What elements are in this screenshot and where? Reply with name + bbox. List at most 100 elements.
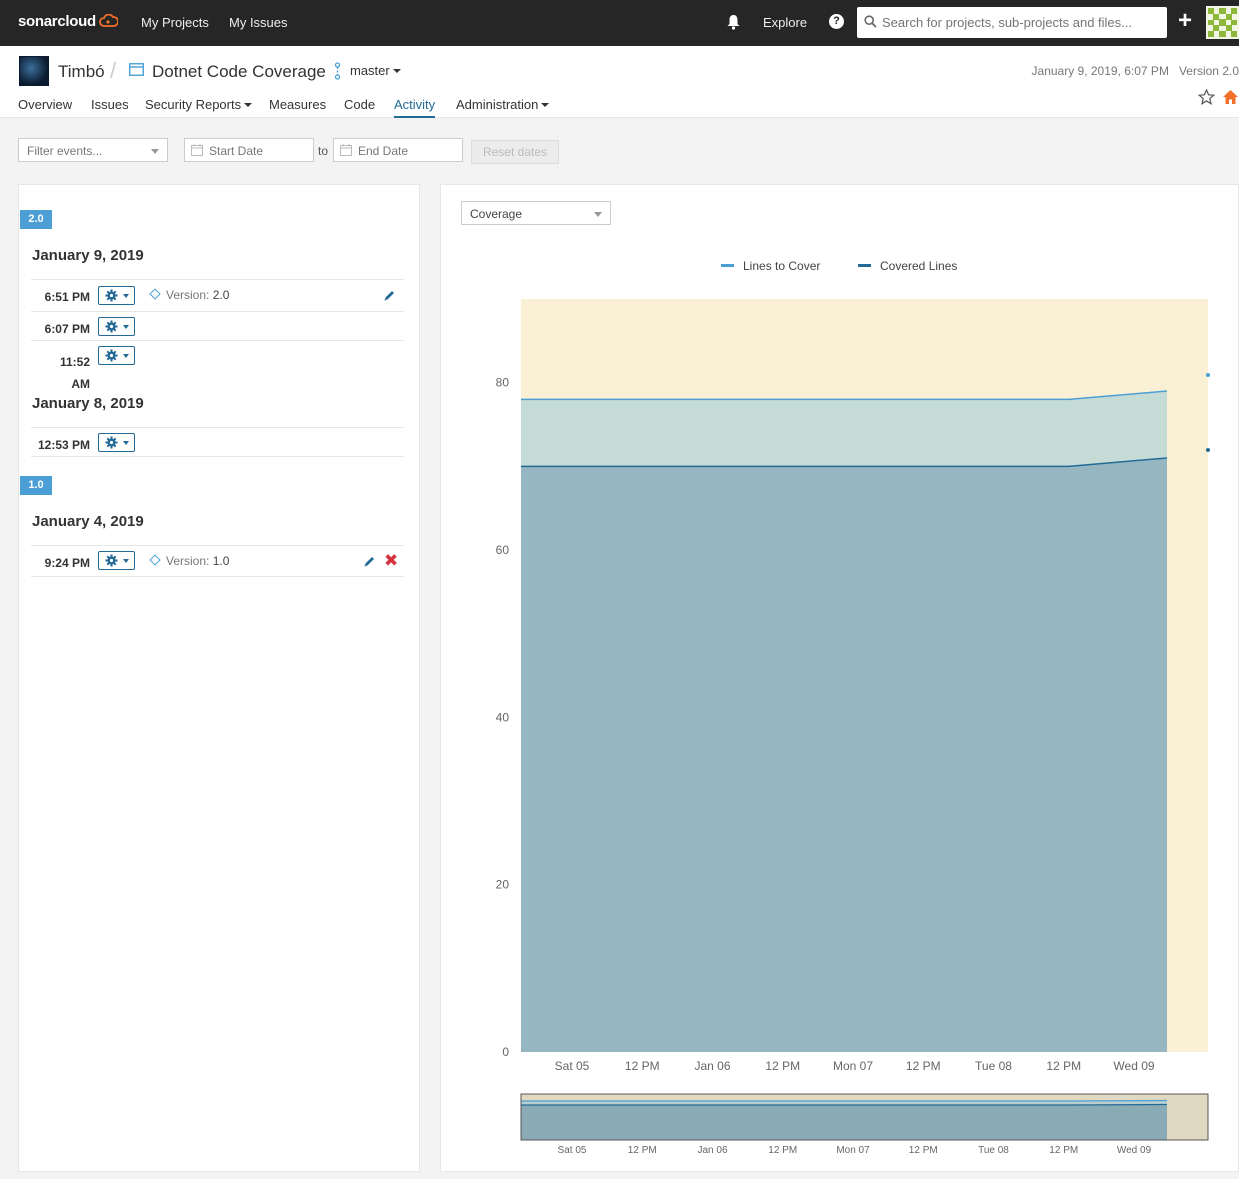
cloud-icon: [98, 13, 119, 32]
event-row: 6:07 PM: [31, 311, 404, 340]
analysis-meta: January 9, 2019, 6:07 PM Version 2.0: [1032, 64, 1239, 78]
coverage-chart[interactable]: 0 20 40 60 80 Sat 05 12 PM Jan 06 12 PM Mon 07 12 …: [441, 185, 1238, 1171]
tab-security-reports[interactable]: Security Reports: [145, 97, 253, 112]
logo-text: sonarcloud: [18, 13, 96, 30]
x-tick-label: Jan 06: [694, 1059, 730, 1073]
home-icon[interactable]: [1222, 89, 1239, 108]
event-actions-button[interactable]: [98, 551, 135, 570]
chevron-down-icon: [541, 103, 550, 107]
area-covered-lines: [521, 457, 1167, 1052]
event-time: 6:07 PM: [44, 322, 90, 336]
minimap-x-tick-label: Mon 07: [836, 1145, 870, 1156]
event-time: 12:53 PM: [37, 438, 90, 452]
minimap-line-covered-lines: [521, 1103, 1168, 1106]
chevron-down-icon: [244, 103, 253, 107]
nav-my-projects[interactable]: My Projects: [141, 15, 209, 30]
event-actions-button[interactable]: [98, 286, 135, 305]
date-range-to-label: to: [318, 144, 329, 158]
x-tick-label: 12 PM: [625, 1059, 660, 1073]
gear-icon: [105, 349, 118, 365]
day-header: January 8, 2019: [32, 395, 144, 412]
event-time: 9:24 PM: [44, 556, 90, 570]
event-row: 11:52 AM: [31, 340, 404, 391]
pencil-icon[interactable]: [363, 555, 376, 571]
tab-overview[interactable]: Overview: [18, 97, 72, 112]
pencil-icon[interactable]: [383, 289, 396, 305]
chevron-down-icon: [123, 441, 129, 445]
organization-avatar[interactable]: [19, 56, 49, 86]
event-actions-button[interactable]: [98, 346, 135, 365]
chevron-down-icon: [123, 294, 129, 298]
event-time: 6:51 PM: [44, 290, 90, 304]
activity-timeline: 2.0 January 9, 2019 6:51 PM Version: 2.0…: [18, 184, 420, 1172]
bell-icon[interactable]: [726, 14, 741, 33]
y-tick-label: 0: [502, 1045, 509, 1059]
branch-icon: [333, 62, 342, 83]
version-event: Version: 2.0: [149, 288, 229, 302]
gear-icon: [105, 554, 118, 570]
event-actions-button[interactable]: [98, 433, 135, 452]
filter-events-select[interactable]: Filter events...: [18, 138, 168, 162]
x-tick-label: Mon 07: [833, 1059, 873, 1073]
version-value: 1.0: [212, 554, 230, 568]
tab-issues[interactable]: Issues: [91, 97, 129, 112]
end-date-input[interactable]: End Date: [333, 138, 463, 162]
minimap-x-tick-label: 12 PM: [768, 1145, 797, 1156]
project-name[interactable]: Dotnet Code Coverage: [152, 62, 326, 82]
branch-selector[interactable]: master: [350, 63, 401, 78]
y-tick-label: 40: [496, 710, 510, 724]
x-tick-label: 12 PM: [906, 1059, 941, 1073]
series-endpoint-covered-lines: [1206, 447, 1210, 452]
event-row: 6:51 PM Version: 2.0: [31, 279, 404, 311]
minimap-area-covered-lines: [521, 1104, 1167, 1140]
day-header: January 9, 2019: [32, 247, 144, 264]
avatar[interactable]: [1206, 6, 1239, 39]
minimap-x-tick-label: 12 PM: [628, 1145, 657, 1156]
reset-dates-button[interactable]: Reset dates: [471, 140, 559, 164]
version-diamond-icon: [149, 554, 161, 566]
top-navbar: sonarcloud My Projects My Issues Explore…: [0, 0, 1239, 46]
tab-measures[interactable]: Measures: [269, 97, 326, 112]
event-row: 9:24 PM Version: 1.0 ✖: [31, 545, 404, 577]
tab-administration[interactable]: Administration: [456, 97, 550, 112]
minimap-x-tick-label: Sat 05: [558, 1145, 587, 1156]
gear-icon: [105, 320, 118, 336]
x-tick-label: Tue 08: [975, 1059, 1012, 1073]
last-analysis-date: January 9, 2019, 6:07 PM: [1031, 64, 1169, 78]
help-icon[interactable]: ?: [829, 14, 844, 29]
day-header: January 4, 2019: [32, 513, 144, 530]
y-tick-label: 20: [496, 878, 510, 892]
x-tick-label: 12 PM: [1046, 1059, 1081, 1073]
star-icon[interactable]: [1197, 88, 1216, 108]
chevron-down-icon: [123, 559, 129, 563]
filter-events-placeholder: Filter events...: [27, 144, 103, 158]
tab-administration-label: Administration: [456, 97, 539, 112]
x-tick-label: Sat 05: [555, 1059, 590, 1073]
chevron-down-icon: [123, 354, 129, 358]
version-badge: 2.0: [20, 210, 52, 229]
x-tick-label: Wed 09: [1113, 1059, 1154, 1073]
create-plus-button[interactable]: +: [1178, 9, 1192, 33]
series-endpoint-lines-to-cover: [1206, 373, 1210, 378]
chevron-down-icon: [392, 69, 401, 73]
tab-code[interactable]: Code: [344, 97, 375, 112]
sonarcloud-logo[interactable]: sonarcloud: [18, 13, 119, 32]
version-label: Version:: [166, 288, 210, 302]
version-diamond-icon: [149, 288, 161, 300]
gear-icon: [105, 289, 118, 305]
delete-icon[interactable]: ✖: [384, 551, 398, 571]
organization-name[interactable]: Timbó: [58, 62, 105, 82]
start-date-input[interactable]: Start Date: [184, 138, 314, 162]
chevron-down-icon: [123, 325, 129, 329]
nav-my-issues[interactable]: My Issues: [229, 15, 288, 30]
event-row: 12:53 PM: [31, 427, 404, 457]
y-tick-label: 60: [496, 543, 510, 557]
search-input[interactable]: [882, 7, 1162, 38]
event-actions-button[interactable]: [98, 317, 135, 336]
gear-icon: [105, 436, 118, 452]
nav-explore[interactable]: Explore: [763, 15, 807, 30]
version-event: Version: 1.0: [149, 554, 230, 568]
project-header: Timbó / Dotnet Code Coverage master Janu…: [0, 46, 1239, 118]
project-version: Version 2.0: [1178, 64, 1239, 78]
tab-activity[interactable]: Activity: [394, 97, 436, 118]
